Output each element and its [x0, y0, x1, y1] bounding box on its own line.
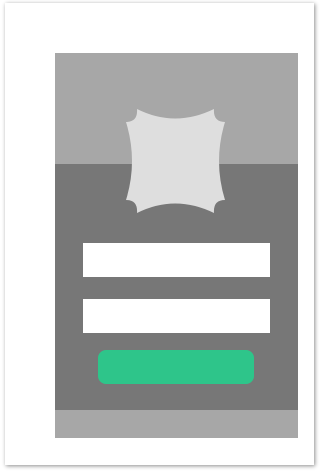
- password-field[interactable]: [83, 299, 270, 333]
- username-field[interactable]: [83, 243, 270, 277]
- wireframe-card: [5, 3, 314, 465]
- footer-band: [55, 410, 298, 438]
- submit-button[interactable]: [98, 350, 254, 384]
- decorative-badge-icon: [123, 106, 228, 216]
- login-screen-mockup: [55, 53, 298, 438]
